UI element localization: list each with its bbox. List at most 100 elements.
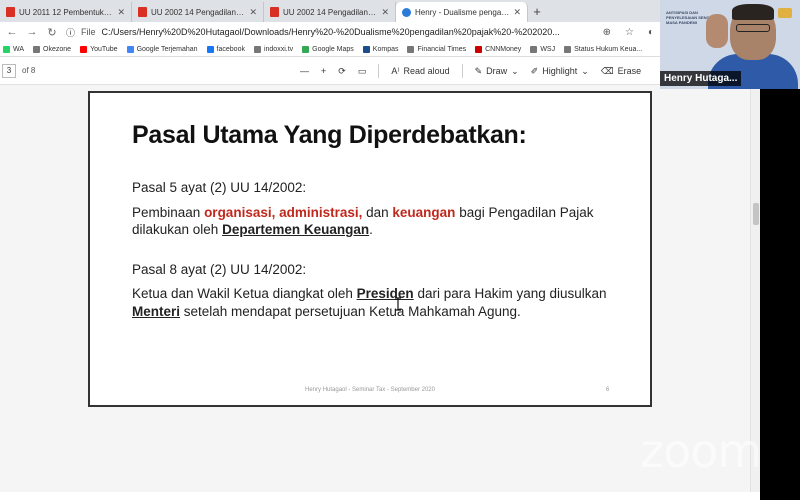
draw-label: Draw (486, 66, 508, 76)
pdf-tools: — + ⟳ ▭ A⁾ Read aloud ✎ Draw ⌄ ✐ Highlig… (300, 57, 641, 85)
bookmark-item[interactable]: WSJ (530, 45, 556, 53)
section-text: Pembinaan organisasi, administrasi, dan … (132, 204, 612, 239)
pen-icon: ✎ (474, 65, 483, 76)
highlight-label: Highlight (542, 66, 578, 76)
tab-title: Henry - Dualisme pengadilan pa (415, 7, 509, 17)
text-run: . (369, 222, 373, 237)
refresh-icon[interactable]: ↻ (46, 26, 58, 39)
divider (461, 64, 463, 78)
zoom-icon[interactable]: ⊕ (603, 27, 611, 38)
bookmark-item[interactable]: Kompas (362, 45, 399, 53)
browser-tab[interactable]: UU 2002 14 Pengadilan Pajak.p ✕ (132, 2, 264, 22)
pdf-toolbar: 3 of 8 — + ⟳ ▭ A⁾ Read aloud ✎ Draw ⌄ ✐ … (0, 57, 660, 85)
zoom-in-button[interactable]: + (321, 66, 326, 76)
highlight-text: keuangan (392, 204, 456, 220)
text-run: Pembinaan (132, 204, 205, 220)
bookmark-label: Status Hukum Keua... (574, 45, 643, 53)
erase-button[interactable]: ⌫ Erase (601, 66, 641, 77)
bookmark-item[interactable]: Okezone (33, 45, 71, 53)
bookmark-item[interactable]: Google Maps (302, 45, 354, 53)
glasses-icon (736, 24, 770, 32)
participant-name: Henry Hutaga... (660, 71, 742, 86)
background-logo-icon (778, 8, 792, 18)
slide-footer: Henry Hutagaol - Seminar Tax - September… (305, 387, 435, 393)
bookmark-favicon-icon (206, 45, 214, 53)
status-strip (0, 492, 760, 500)
bookmark-label: indoxxi.tv (263, 45, 294, 53)
bookmark-label: WSJ (540, 45, 556, 53)
read-aloud-button[interactable]: A⁾ Read aloud (391, 66, 449, 77)
fit-page-icon[interactable]: ▭ (358, 66, 367, 77)
tab-title: UU 2011 12 Pembentukan Perat (19, 7, 113, 17)
slide-page-number: 6 (606, 387, 610, 393)
bookmark-item[interactable]: YouTube (80, 45, 118, 53)
text-run: dan (362, 204, 393, 220)
forward-icon[interactable]: → (26, 26, 38, 38)
address-icons: ⊕ ☆ ◐ (603, 27, 654, 38)
text-run: Ketua dan Wakil Ketua diangkat oleh (132, 286, 357, 301)
erase-label: Erase (617, 66, 642, 76)
tab-title: UU 2002 14 Pengadilan Pajak.p (283, 7, 377, 17)
text-cursor-icon (395, 297, 401, 311)
zoom-out-button[interactable]: — (300, 66, 309, 76)
rotate-icon[interactable]: ⟳ (338, 66, 346, 77)
slide-body: Pasal 5 ayat (2) UU 14/2002: Pembinaan o… (132, 179, 612, 320)
section-text: Ketua dan Wakil Ketua diangkat oleh Pres… (132, 285, 612, 320)
new-tab-button[interactable]: + (528, 2, 546, 22)
browser-tab[interactable]: UU 2002 14 Pengadilan Pajak.p ✕ (264, 2, 396, 22)
bookmark-label: Financial Times (417, 45, 467, 53)
close-tab-icon[interactable]: ✕ (249, 7, 257, 18)
bookmark-item[interactable]: Status Hukum Keua... (564, 45, 643, 53)
close-tab-icon[interactable]: ✕ (117, 7, 125, 18)
page-count: of 8 (22, 66, 36, 75)
chevron-down-icon: ⌄ (511, 65, 519, 76)
browser-tab-active[interactable]: Henry - Dualisme pengadilan pa ✕ (396, 2, 528, 22)
highlight-button[interactable]: ✐ Highlight ⌄ (531, 66, 589, 77)
bookmark-item[interactable]: WA (3, 45, 25, 53)
slide-title: Pasal Utama Yang Diperdebatkan: (132, 121, 527, 149)
highlighter-icon: ✐ (530, 65, 539, 76)
bookmark-favicon-icon (80, 45, 88, 53)
bookmark-favicon-icon (362, 45, 370, 53)
close-tab-icon[interactable]: ✕ (513, 7, 521, 18)
pdf-viewer[interactable]: Pasal Utama Yang Diperdebatkan: Pasal 5 … (0, 85, 750, 492)
participant-video[interactable]: ANTISIPASI DAN PENYELESAIAN SENGKETA DI … (660, 0, 800, 89)
bookmark-item[interactable]: indoxxi.tv (253, 45, 294, 53)
pdf-icon (6, 7, 15, 17)
chevron-down-icon: ⌄ (581, 65, 589, 76)
scrollbar-thumb[interactable] (753, 203, 759, 225)
bookmark-item[interactable]: facebook (206, 45, 245, 53)
bookmark-label: Kompas (372, 45, 399, 53)
slide-page: Pasal Utama Yang Diperdebatkan: Pasal 5 … (88, 91, 652, 407)
back-icon[interactable]: ← (6, 26, 18, 38)
info-icon: ⓘ (66, 27, 76, 38)
bookmark-item[interactable]: Financial Times (407, 45, 467, 53)
bookmark-label: CNNMoney (485, 45, 522, 53)
pdf-icon (138, 7, 147, 17)
zoom-logo-watermark: zoom (640, 424, 762, 478)
bookmark-item[interactable]: Google Terjemahan (126, 45, 198, 53)
page-number-input[interactable]: 3 (2, 63, 16, 78)
bookmark-favicon-icon (253, 45, 261, 53)
edge-icon (402, 7, 411, 17)
bookmark-label: WA (13, 45, 25, 53)
browser-tabstrip: UU 2011 12 Pembentukan Perat ✕ UU 2002 1… (0, 0, 660, 22)
bookmark-favicon-icon (3, 45, 10, 53)
favorite-star-icon[interactable]: ☆ (625, 27, 634, 38)
url-text: C:/Users/Henry%20D%20Hutagaol/Downloads/… (101, 27, 560, 37)
bookmark-favicon-icon (564, 45, 572, 53)
bookmark-item[interactable]: CNNMoney (475, 45, 522, 53)
close-tab-icon[interactable]: ✕ (381, 7, 389, 18)
draw-button[interactable]: ✎ Draw ⌄ (475, 66, 519, 77)
bookmark-favicon-icon (475, 45, 483, 53)
extension-icon[interactable]: ◐ (648, 27, 654, 38)
participant-hand (706, 14, 728, 48)
read-aloud-label: Read aloud (403, 66, 450, 76)
text-run: setelah mendapat persetujuan Ketua Mahka… (180, 303, 521, 319)
bookmark-label: Google Terjemahan (136, 45, 198, 53)
bookmark-favicon-icon (302, 45, 310, 53)
bookmark-favicon-icon (530, 45, 538, 53)
browser-tab[interactable]: UU 2011 12 Pembentukan Perat ✕ (0, 2, 132, 22)
bookmark-label: Google Maps (312, 45, 354, 53)
url-field[interactable]: ⓘ File C:/Users/Henry%20D%20Hutagaol/Dow… (66, 26, 595, 39)
